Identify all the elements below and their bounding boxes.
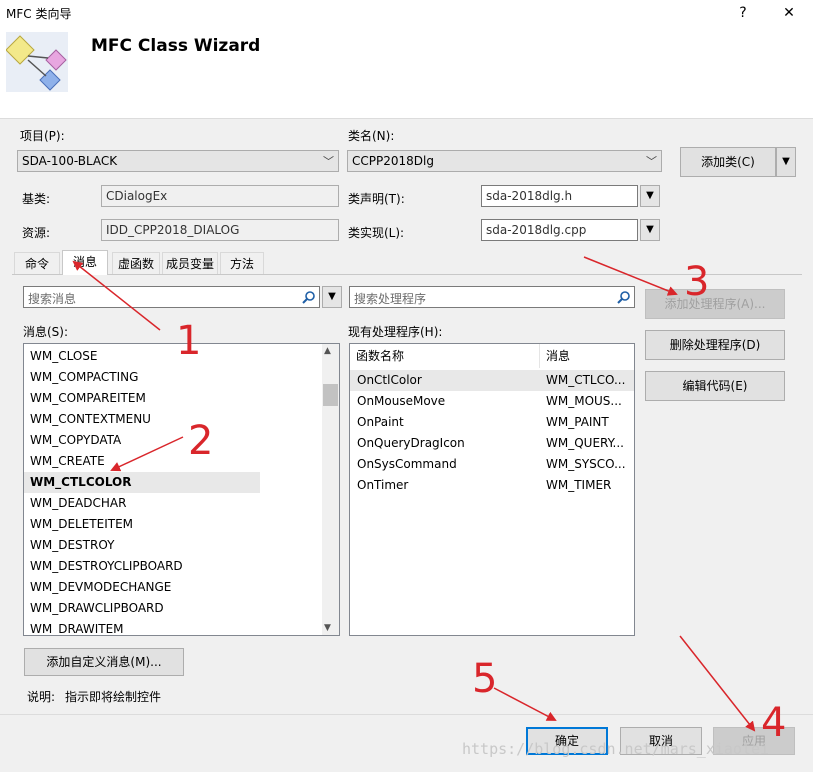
annotation-number-4: 4 <box>761 700 787 746</box>
annotation-number-2: 2 <box>188 418 214 464</box>
annotation-number-5: 5 <box>472 656 498 702</box>
annotation-number-3: 3 <box>684 259 710 305</box>
annotation-arrow-3 <box>583 256 678 296</box>
annotation-arrow-1 <box>72 260 161 331</box>
annotation-number-1: 1 <box>176 318 202 364</box>
annotation-arrow-5 <box>493 687 557 721</box>
annotation-arrow-2 <box>110 436 184 472</box>
annotation-arrow-4 <box>679 635 756 732</box>
annotation-overlay <box>72 256 756 732</box>
